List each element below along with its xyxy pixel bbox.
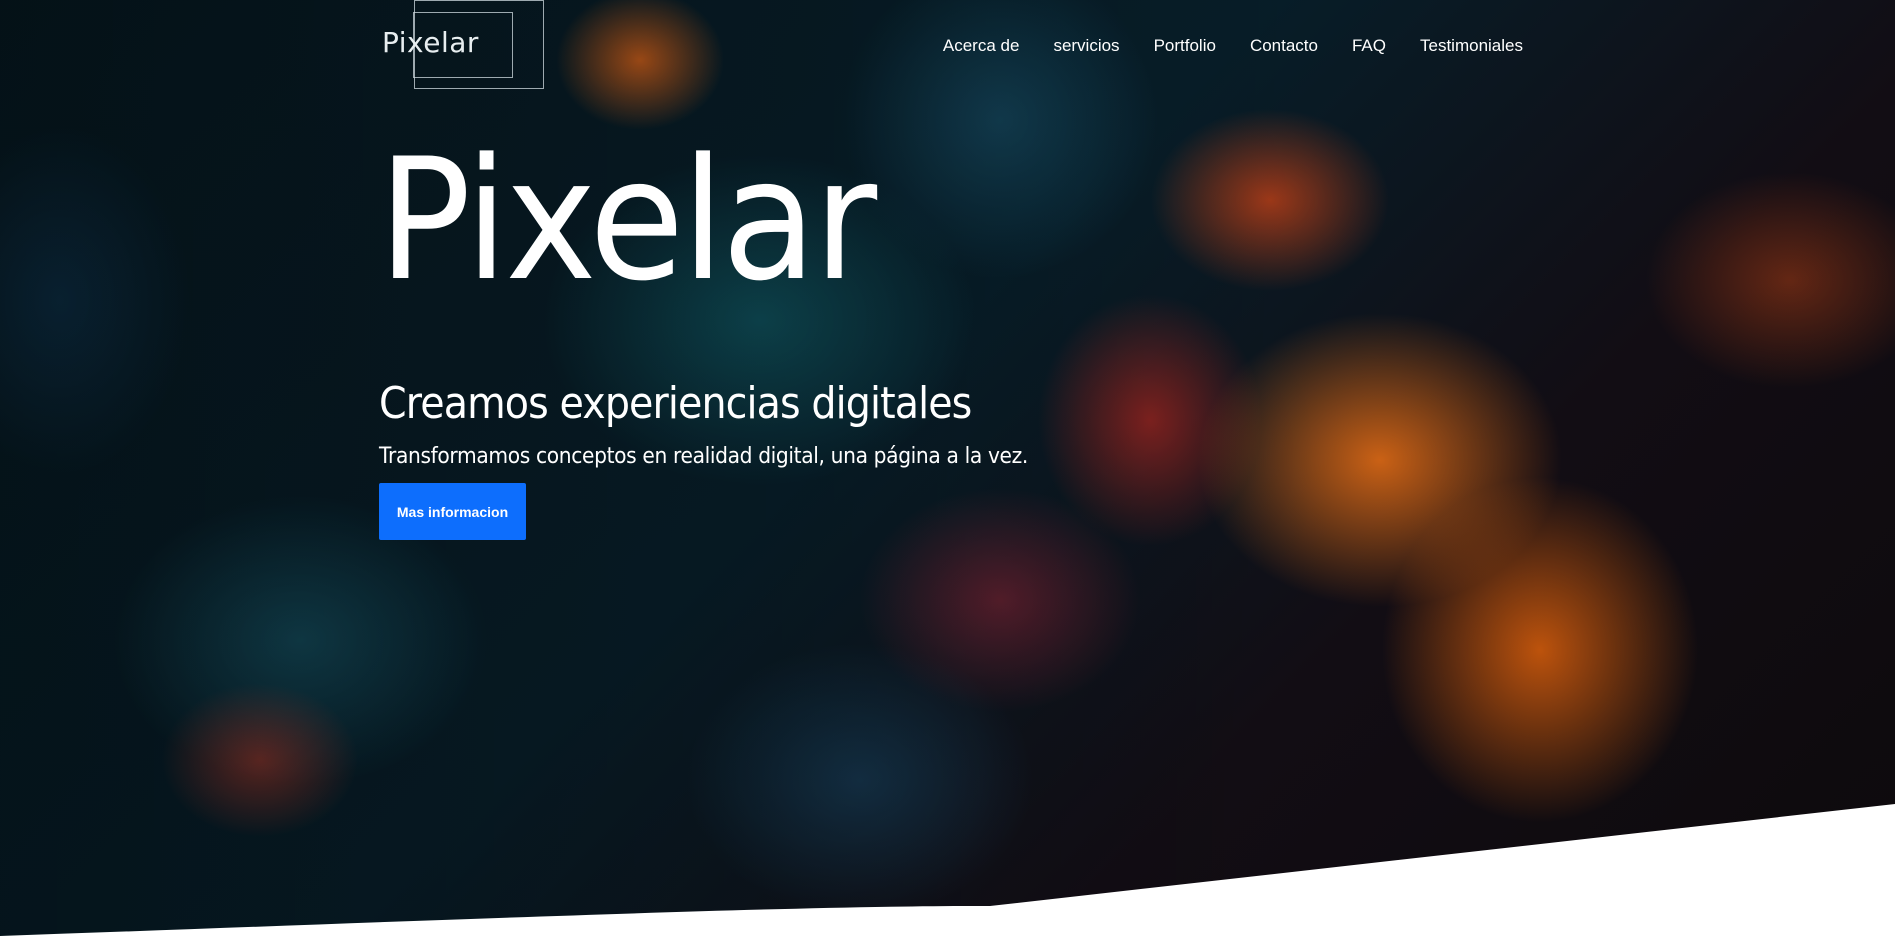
hero-section: Pixelar Acerca de servicios Portfolio Co…: [0, 0, 1895, 942]
nav-link-portfolio[interactable]: Portfolio: [1154, 36, 1216, 56]
hero-tagline: Transformamos conceptos en realidad digi…: [379, 444, 1028, 469]
nav-link-faq[interactable]: FAQ: [1352, 36, 1386, 56]
hero-subtitle: Creamos experiencias digitales: [379, 378, 972, 429]
nav-link-servicios[interactable]: servicios: [1053, 36, 1119, 56]
main-nav: Acerca de servicios Portfolio Contacto F…: [943, 36, 1523, 56]
nav-link-acerca-de[interactable]: Acerca de: [943, 36, 1020, 56]
logo-link[interactable]: Pixelar: [380, 0, 544, 90]
hero-bottom-wave: [0, 804, 1895, 942]
more-info-button[interactable]: Mas informacion: [379, 483, 526, 540]
nav-link-contacto[interactable]: Contacto: [1250, 36, 1318, 56]
hero-title: Pixelar: [378, 122, 877, 318]
logo-text: Pixelar: [382, 26, 479, 59]
nav-link-testimoniales[interactable]: Testimoniales: [1420, 36, 1523, 56]
